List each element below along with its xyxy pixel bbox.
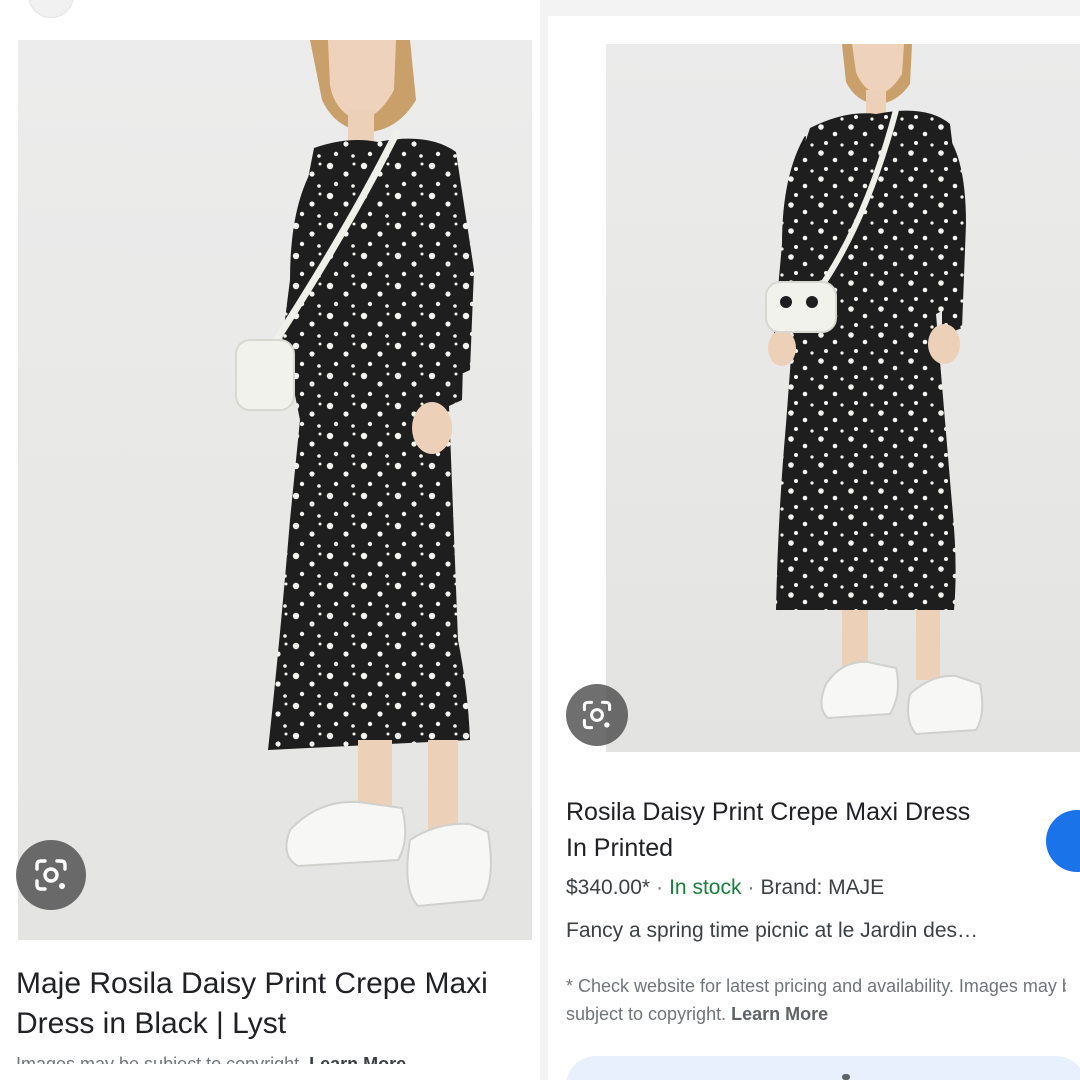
brand: Brand: MAJE <box>760 876 885 899</box>
left-learn-more-link[interactable]: Learn More <box>309 1054 406 1064</box>
right-result-title[interactable]: Rosila Daisy Print Crepe Maxi Dress In P… <box>566 794 996 866</box>
right-result-card[interactable]: Rosila Daisy Print Crepe Maxi Dress In P… <box>548 16 1080 1080</box>
google-lens-icon <box>35 859 67 891</box>
left-result-card[interactable]: Maje Rosila Daisy Print Crepe Maxi Dress… <box>0 0 540 1080</box>
product-meta-row: $340.00* · In stock · Brand: MAJE <box>566 876 884 900</box>
price: $340.00* <box>566 876 651 899</box>
bottom-action-pill[interactable] <box>566 1056 1080 1080</box>
google-lens-button-left[interactable] <box>16 840 86 910</box>
left-cut-disclaimer-text: Images may be subject to copyright. <box>16 1054 305 1064</box>
top-strip <box>0 0 540 38</box>
right-product-image[interactable] <box>606 44 1080 752</box>
pill-icon <box>842 1074 850 1080</box>
stock-status: In stock <box>669 876 742 899</box>
blue-action-button[interactable] <box>1046 810 1080 872</box>
left-result-title[interactable]: Maje Rosila Daisy Print Crepe Maxi Dress… <box>16 964 536 1044</box>
partial-circle-button[interactable] <box>28 0 74 18</box>
model-photo-right <box>765 44 984 736</box>
pricing-disclaimer: * Check website for latest pricing and a… <box>566 972 1066 1028</box>
google-lens-icon <box>582 700 612 730</box>
product-description: Fancy a spring time picnic at le Jardin … <box>566 919 979 942</box>
left-cut-disclaimer: Images may be subject to copyright. Lear… <box>16 1054 536 1064</box>
left-product-image[interactable] <box>18 40 532 940</box>
separator-dot: · <box>747 876 755 899</box>
model-photo-left <box>235 40 492 908</box>
page: Maje Rosila Daisy Print Crepe Maxi Dress… <box>0 0 1080 1080</box>
disclaimer-line-1: * Check website for latest pricing and a… <box>566 976 1066 996</box>
disclaimer-line-2: subject to copyright. <box>566 1004 727 1024</box>
learn-more-link[interactable]: Learn More <box>731 1004 828 1024</box>
separator-dot: · <box>656 876 664 899</box>
google-lens-button-right[interactable] <box>566 684 628 746</box>
